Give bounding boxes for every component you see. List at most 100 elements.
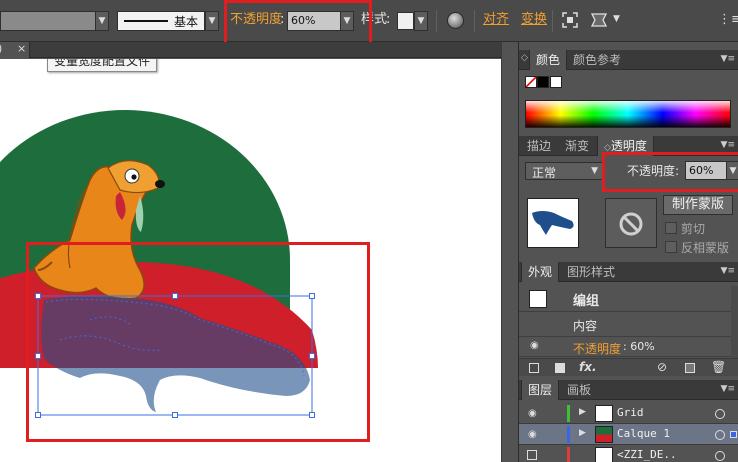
appearance-scrollbar[interactable] (731, 286, 738, 358)
group-swatch (529, 290, 547, 308)
graphic-style-swatch[interactable] (397, 12, 414, 30)
right-panel-dock: ◇ 颜色 颜色参考 ▼≡ 描边 渐变 ◇ 透明度 ▼≡ 正常 ▼ 不透明度: 60… (518, 42, 738, 462)
content-label: 内容 (573, 319, 598, 333)
tab-color[interactable]: 颜色 (529, 50, 568, 70)
tab-stroke[interactable]: 描边 (521, 136, 557, 156)
transform-link[interactable]: 变换 (521, 10, 547, 30)
mask-thumbnail[interactable] (605, 198, 657, 248)
make-mask-button[interactable]: 制作蒙版 (663, 195, 733, 215)
layer-row-grid[interactable]: ◉ ▶ Grid (519, 403, 738, 424)
panel-menu-icon[interactable]: ▼≡ (721, 384, 735, 394)
appearance-opacity-label[interactable]: 不透明度 (573, 340, 621, 357)
canvas-highlight-box (26, 242, 370, 442)
stroke-weight-dropdown-arrow[interactable]: ▼ (95, 11, 109, 31)
invert-mask-checkbox[interactable] (665, 241, 677, 253)
close-tab-icon[interactable]: × (17, 42, 26, 55)
eye-icon[interactable]: ◉ (528, 408, 537, 419)
tab-graphic-styles[interactable]: 图形样式 (561, 262, 621, 282)
graphic-style-dropdown-arrow[interactable]: ▼ (414, 11, 428, 31)
layer-color-mark (567, 426, 570, 443)
recolor-artwork-icon[interactable] (447, 12, 464, 29)
duplicate-item-icon[interactable] (685, 363, 695, 373)
selected-art-indicator[interactable] (730, 431, 737, 438)
layer-target-icon[interactable] (715, 451, 725, 461)
template-layer-icon[interactable] (527, 450, 537, 460)
eye-icon[interactable]: ◉ (528, 429, 537, 440)
layer-target-icon[interactable] (715, 409, 725, 419)
appearance-group-row[interactable]: 编组 (519, 286, 731, 312)
black-swatch[interactable] (537, 76, 549, 88)
layers-panel-tabs: 图层 画板 ▼≡ (519, 380, 738, 400)
align-link[interactable]: 对齐 (483, 10, 509, 30)
envelope-dropdown-arrow[interactable]: ▼ (613, 14, 620, 24)
panel-menu-icon[interactable]: ▼≡ (721, 140, 735, 150)
group-label: 编组 (573, 294, 600, 309)
isolate-group-icon[interactable] (562, 12, 578, 28)
layer-thumbnail (595, 405, 613, 422)
panel-menu-icon[interactable]: ▼≡ (721, 266, 735, 276)
blend-mode-value: 正常 (532, 166, 557, 180)
chevron-down-icon: ▼ (591, 166, 598, 176)
none-swatch[interactable] (525, 76, 537, 88)
tab-appearance[interactable]: 外观 (521, 262, 560, 282)
expand-arrow-icon[interactable]: ▶ (579, 428, 586, 438)
transparency-opacity-highlight-box (602, 152, 738, 192)
shadow-thumbnail-image (532, 211, 574, 235)
document-tab-row: ) × (0, 42, 518, 58)
envelope-distort-icon[interactable] (591, 12, 609, 28)
document-tab-fragment-icon: ) (0, 42, 2, 55)
separator (474, 10, 475, 32)
layer-name[interactable]: Calque 1 (617, 427, 670, 440)
variable-width-profile-tooltip: 变量宽度配置文件 (47, 59, 158, 72)
document-tab[interactable]: ) × (0, 42, 30, 58)
stroke-profile-dropdown-arrow[interactable]: ▼ (205, 11, 219, 31)
layer-row-calque-1[interactable]: ◉ ▶ Calque 1 (519, 424, 738, 445)
appearance-panel-tabs: 外观 图形样式 ▼≡ (519, 262, 738, 282)
layer-color-mark (567, 405, 570, 422)
tab-artboards[interactable]: 画板 (561, 380, 597, 400)
appearance-opacity-value: : 60% (623, 340, 655, 353)
canvas-gutter (501, 42, 518, 462)
no-mask-icon (619, 212, 643, 236)
control-panel-menu-icon[interactable]: ⋮≡ (718, 12, 738, 27)
layer-name[interactable]: Grid (617, 406, 644, 419)
object-thumbnail[interactable] (527, 198, 579, 248)
collapse-icon[interactable]: ◇ (521, 53, 528, 63)
tab-color-guide[interactable]: 颜色参考 (567, 50, 627, 70)
tab-gradient[interactable]: 渐变 (559, 136, 595, 156)
layer-thumbnail (595, 447, 613, 462)
tab-transparency-label: 透明度 (610, 139, 647, 153)
delete-item-icon[interactable]: 🗑 (711, 360, 726, 374)
layer-target-icon[interactable] (715, 430, 725, 440)
artboard-canvas[interactable]: 变量宽度配置文件 (0, 59, 501, 462)
layer-name[interactable]: <ZZI_DE.. (617, 448, 677, 461)
stroke-profile-preview (124, 20, 168, 22)
white-swatch[interactable] (550, 76, 562, 88)
color-spectrum[interactable] (525, 100, 731, 128)
add-fill-icon[interactable] (555, 363, 565, 373)
stroke-weight-combo[interactable] (0, 11, 96, 31)
appearance-toolbar: fx. ⊘ 🗑 (519, 358, 738, 376)
layer-row-zzi[interactable]: <ZZI_DE.. (519, 445, 738, 462)
control-bar: ▼ 基本 ▼ 不透明度 : 60% ▼ 样式 : ▼ 对齐 变换 ▼ ⋮≡ (0, 0, 738, 58)
style-colon: : (386, 12, 391, 27)
blend-mode-dropdown[interactable]: 正常 ▼ (525, 162, 603, 180)
clip-checkbox[interactable] (665, 222, 677, 234)
separator (436, 10, 437, 32)
color-spectrum-shade (526, 101, 730, 127)
clip-label: 剪切 (681, 222, 706, 236)
appearance-opacity-row[interactable]: ◉ 不透明度 : 60% (519, 337, 731, 357)
color-panel-tabs: ◇ 颜色 颜色参考 ▼≡ (519, 50, 738, 70)
stroke-profile-label: 基本 (174, 15, 199, 29)
add-stroke-icon[interactable] (529, 363, 539, 373)
stroke-profile-dropdown[interactable]: 基本 (117, 11, 205, 31)
clear-appearance-icon[interactable]: ⊘ (657, 360, 667, 374)
tab-layers[interactable]: 图层 (521, 380, 560, 400)
eye-icon[interactable]: ◉ (530, 340, 539, 351)
fx-icon[interactable]: fx. (579, 360, 597, 374)
expand-arrow-icon[interactable]: ▶ (579, 407, 586, 417)
panel-menu-icon[interactable]: ▼≡ (721, 54, 735, 64)
invert-mask-label: 反相蒙版 (681, 241, 730, 255)
separator (552, 10, 553, 32)
appearance-content-row[interactable]: 内容 (519, 312, 731, 337)
